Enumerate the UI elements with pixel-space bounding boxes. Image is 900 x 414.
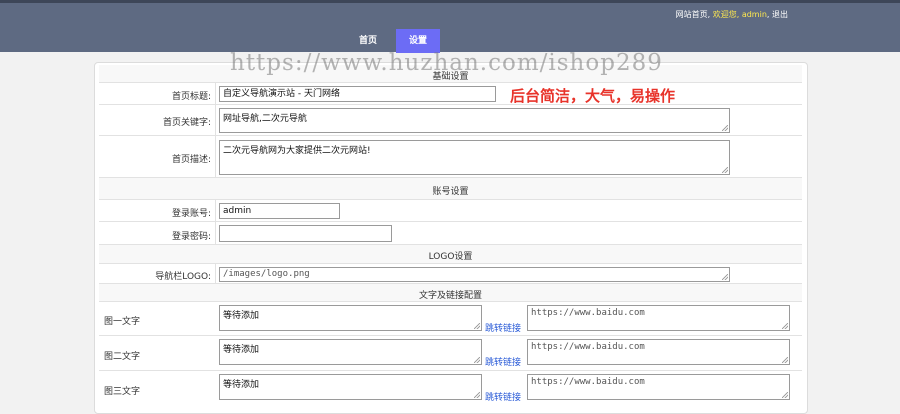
description-label: 首页描述: bbox=[171, 155, 211, 165]
top-bar: 网站首页, 欢迎您, admin, 退出 首页 设置 bbox=[0, 0, 900, 53]
password-label: 登录密码: bbox=[171, 232, 211, 242]
title-row: 首页标题: 自定义导航演示站 - 天门网络 bbox=[99, 83, 802, 105]
link-url-textarea[interactable]: https://www.baidu.com bbox=[527, 305, 790, 331]
link-row: 图一文字 等待添加 跳转链接 https://www.baidu.com bbox=[99, 302, 802, 336]
logo-section-title: LOGO设置 bbox=[428, 252, 473, 262]
settings-panel: 基础设置 首页标题: 自定义导航演示站 - 天门网络 首页关键字: 网址导航,二… bbox=[94, 62, 808, 414]
column-divider bbox=[215, 264, 216, 283]
links-section-header: 文字及链接配置 bbox=[99, 284, 802, 302]
link-text-textarea[interactable]: 等待添加 bbox=[219, 339, 482, 365]
column-divider bbox=[215, 200, 216, 221]
link-item-label: 图三文字 bbox=[104, 387, 141, 397]
username: admin bbox=[741, 10, 767, 19]
logo-textarea[interactable]: /images/logo.png bbox=[219, 267, 730, 282]
top-links: 网站首页, 欢迎您, admin, 退出 bbox=[675, 10, 788, 19]
description-row: 首页描述: 二次元导航网为大家提供二次元网站! bbox=[99, 136, 802, 178]
link-item-label: 图二文字 bbox=[104, 352, 141, 362]
logo-value: /images/logo.png bbox=[223, 269, 310, 279]
resize-grip-icon[interactable] bbox=[722, 167, 728, 173]
keywords-value: 网址导航,二次元导航 bbox=[223, 114, 307, 124]
separator: , bbox=[766, 10, 770, 19]
resize-grip-icon[interactable] bbox=[782, 323, 788, 329]
promo-text: 后台简洁，大气，易操作 bbox=[510, 87, 676, 105]
link-url-label: 跳转链接 bbox=[485, 324, 522, 334]
resize-grip-icon[interactable] bbox=[722, 125, 728, 131]
link-text-value: 等待添加 bbox=[223, 311, 260, 321]
link-text-value: 等待添加 bbox=[223, 380, 260, 390]
link-text-textarea[interactable]: 等待添加 bbox=[219, 374, 482, 400]
column-divider bbox=[215, 83, 216, 104]
username-row: 登录账号: admin bbox=[99, 200, 802, 222]
resize-grip-icon[interactable] bbox=[474, 323, 480, 329]
title-label: 首页标题: bbox=[171, 92, 211, 102]
keywords-textarea[interactable]: 网址导航,二次元导航 bbox=[219, 108, 730, 133]
site-home-link[interactable]: 网站首页 bbox=[676, 10, 708, 19]
link-url-label: 跳转链接 bbox=[485, 393, 522, 403]
link-url-value: https://www.baidu.com bbox=[531, 308, 645, 318]
logout-link[interactable]: 退出 bbox=[772, 10, 788, 19]
link-row: 图二文字 等待添加 跳转链接 https://www.baidu.com bbox=[99, 336, 802, 371]
link-text-textarea[interactable]: 等待添加 bbox=[219, 305, 482, 331]
username-input[interactable]: admin bbox=[219, 203, 340, 219]
keywords-label: 首页关键字: bbox=[162, 118, 211, 128]
link-url-textarea[interactable]: https://www.baidu.com bbox=[527, 374, 790, 400]
account-section-header: 账号设置 bbox=[99, 178, 802, 200]
resize-grip-icon[interactable] bbox=[782, 357, 788, 363]
password-input[interactable] bbox=[219, 225, 392, 242]
column-divider bbox=[215, 222, 216, 244]
link-url-value: https://www.baidu.com bbox=[531, 342, 645, 352]
link-item-label: 图一文字 bbox=[104, 317, 141, 327]
description-textarea[interactable]: 二次元导航网为大家提供二次元网站! bbox=[219, 140, 730, 175]
username-label: 登录账号: bbox=[171, 209, 211, 219]
link-text-value: 等待添加 bbox=[223, 345, 260, 355]
logo-section-header: LOGO设置 bbox=[99, 245, 802, 264]
link-url-value: https://www.baidu.com bbox=[531, 377, 645, 387]
link-url-textarea[interactable]: https://www.baidu.com bbox=[527, 339, 790, 365]
watermark-text: https://www.huzhan.com/ishop289 bbox=[230, 50, 663, 76]
resize-grip-icon[interactable] bbox=[474, 392, 480, 398]
link-url-label: 跳转链接 bbox=[485, 358, 522, 368]
keywords-row: 首页关键字: 网址导航,二次元导航 bbox=[99, 105, 802, 136]
resize-grip-icon[interactable] bbox=[722, 274, 728, 280]
logo-label: 导航栏LOGO: bbox=[155, 272, 211, 282]
column-divider bbox=[215, 105, 216, 135]
resize-grip-icon[interactable] bbox=[474, 357, 480, 363]
logo-row: 导航栏LOGO: /images/logo.png bbox=[99, 264, 802, 284]
description-value: 二次元导航网为大家提供二次元网站! bbox=[223, 146, 371, 156]
password-row: 登录密码: bbox=[99, 222, 802, 245]
column-divider bbox=[215, 136, 216, 177]
title-input[interactable]: 自定义导航演示站 - 天门网络 bbox=[219, 86, 496, 102]
account-section-title: 账号设置 bbox=[432, 187, 469, 197]
resize-grip-icon[interactable] bbox=[782, 392, 788, 398]
welcome-text: 欢迎您, bbox=[712, 10, 740, 19]
links-section-title: 文字及链接配置 bbox=[418, 291, 482, 301]
